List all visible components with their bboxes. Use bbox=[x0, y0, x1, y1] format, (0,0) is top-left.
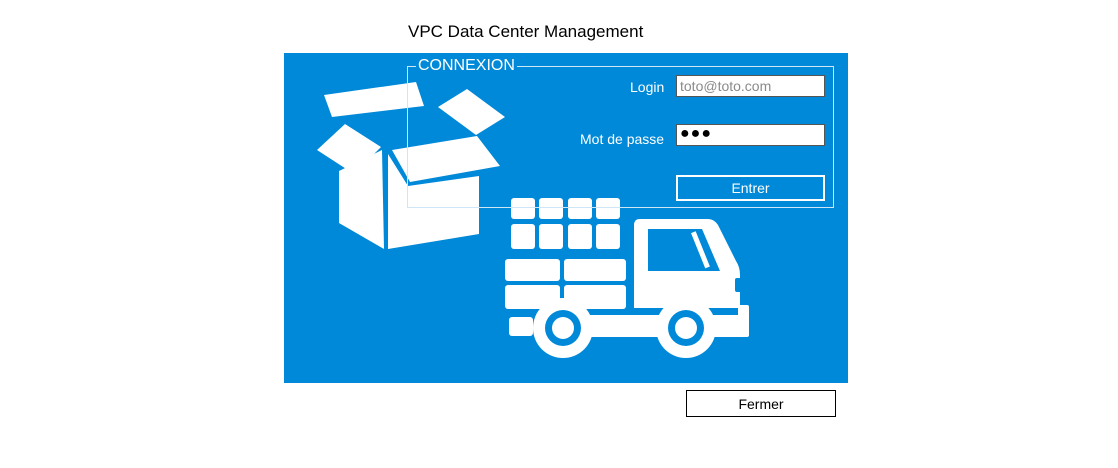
enter-button[interactable]: Entrer bbox=[676, 175, 825, 201]
password-input[interactable]: ●●● bbox=[676, 124, 825, 146]
app-title: VPC Data Center Management bbox=[408, 22, 644, 41]
password-label: Mot de passe bbox=[580, 131, 665, 147]
login-input[interactable] bbox=[676, 75, 825, 97]
delivery-truck-icon bbox=[505, 198, 749, 358]
close-button[interactable]: Fermer bbox=[686, 390, 836, 417]
login-label: Login bbox=[630, 79, 665, 95]
login-panel: CONNEXION Login Mot de passe ●●● Entrer bbox=[284, 53, 848, 383]
connexion-legend: CONNEXION bbox=[416, 57, 517, 75]
